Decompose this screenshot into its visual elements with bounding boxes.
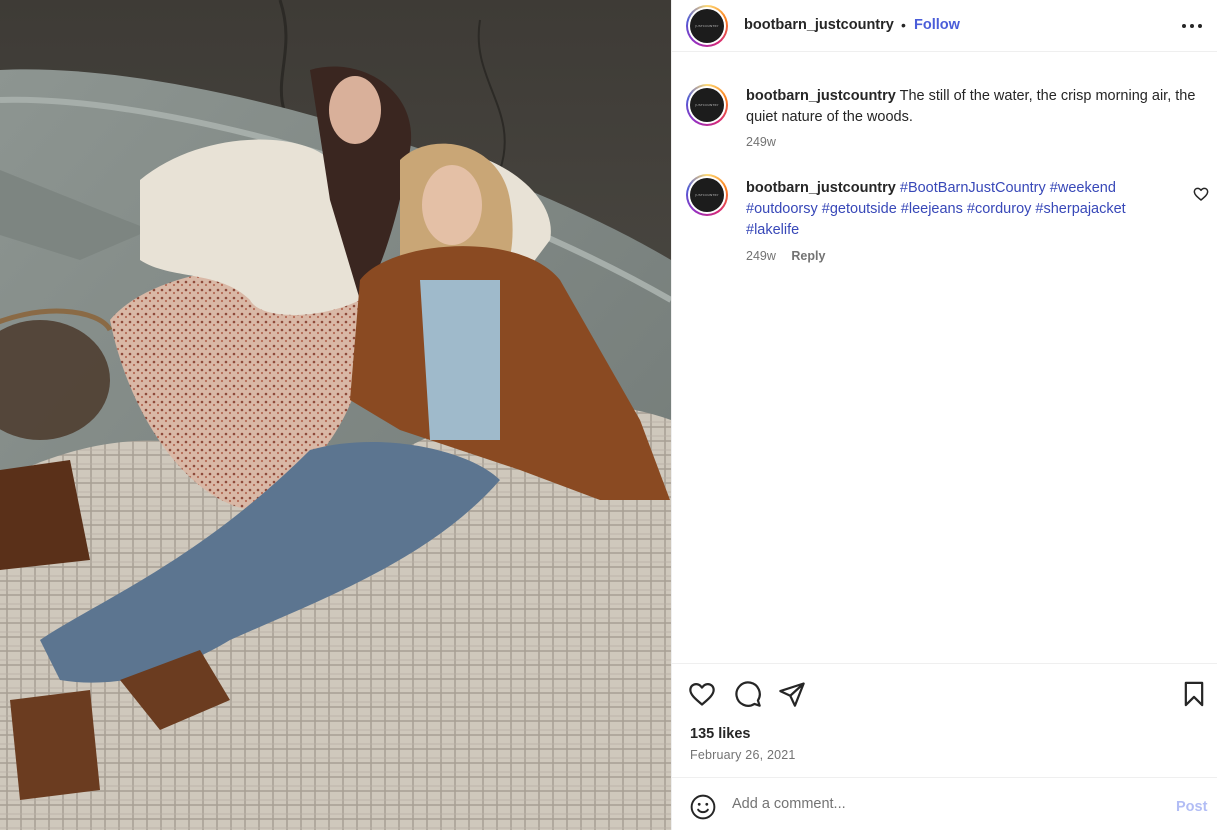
- hashtag-link[interactable]: #getoutside: [822, 201, 897, 217]
- like-comment-heart-icon[interactable]: [1193, 186, 1209, 202]
- hashtag-link[interactable]: #BootBarnJustCountry: [900, 180, 1046, 196]
- post-details-panel: JUSTCOUNTRY bootbarn_justcountry • Follo…: [671, 0, 1217, 830]
- avatar[interactable]: JUSTCOUNTRY: [686, 174, 728, 216]
- comment-input[interactable]: [732, 793, 1152, 815]
- like-heart-icon[interactable]: [688, 680, 716, 708]
- hashtag-link[interactable]: #outdoorsy: [746, 201, 818, 217]
- save-bookmark-icon[interactable]: [1180, 680, 1208, 708]
- caption-text: bootbarn_justcountry The still of the wa…: [746, 86, 1201, 128]
- comment-age[interactable]: 249w: [746, 249, 776, 263]
- header-separator: •: [901, 17, 906, 33]
- emoji-icon[interactable]: [690, 794, 716, 820]
- follow-button[interactable]: Follow: [914, 17, 960, 33]
- more-horizontal-icon[interactable]: [1180, 16, 1204, 36]
- comment-meta: 249w: [746, 135, 776, 149]
- post-date[interactable]: February 26, 2021: [690, 748, 796, 762]
- hashtag-link[interactable]: #lakelife: [746, 222, 799, 238]
- hashtag-link[interactable]: #sherpajacket: [1035, 201, 1125, 217]
- avatar[interactable]: JUSTCOUNTRY: [686, 5, 728, 47]
- hashtag-text: bootbarn_justcountry #BootBarnJustCountr…: [746, 178, 1166, 241]
- post-actions: 135 likes February 26, 2021: [672, 663, 1217, 777]
- add-comment-bar: Post: [672, 777, 1217, 830]
- hashtag-link[interactable]: #weekend: [1050, 180, 1116, 196]
- comment-bubble-icon[interactable]: [734, 680, 762, 708]
- post-header: JUSTCOUNTRY bootbarn_justcountry • Follo…: [672, 0, 1217, 52]
- hashtag-link[interactable]: #corduroy: [967, 201, 1031, 217]
- post-photo: [0, 0, 671, 830]
- post-image[interactable]: [0, 0, 671, 830]
- hashtag-link[interactable]: #leejeans: [901, 201, 963, 217]
- comment-age[interactable]: 249w: [746, 135, 776, 149]
- comment-username[interactable]: bootbarn_justcountry: [746, 180, 896, 196]
- share-send-icon[interactable]: [778, 680, 806, 708]
- avatar[interactable]: JUSTCOUNTRY: [686, 84, 728, 126]
- likes-count[interactable]: 135 likes: [690, 726, 750, 742]
- comment-username[interactable]: bootbarn_justcountry: [746, 88, 896, 104]
- header-username[interactable]: bootbarn_justcountry: [744, 17, 894, 33]
- post-comment-button[interactable]: Post: [1176, 799, 1207, 815]
- reply-button[interactable]: Reply: [791, 249, 825, 263]
- comment-meta: 249w Reply: [746, 249, 825, 263]
